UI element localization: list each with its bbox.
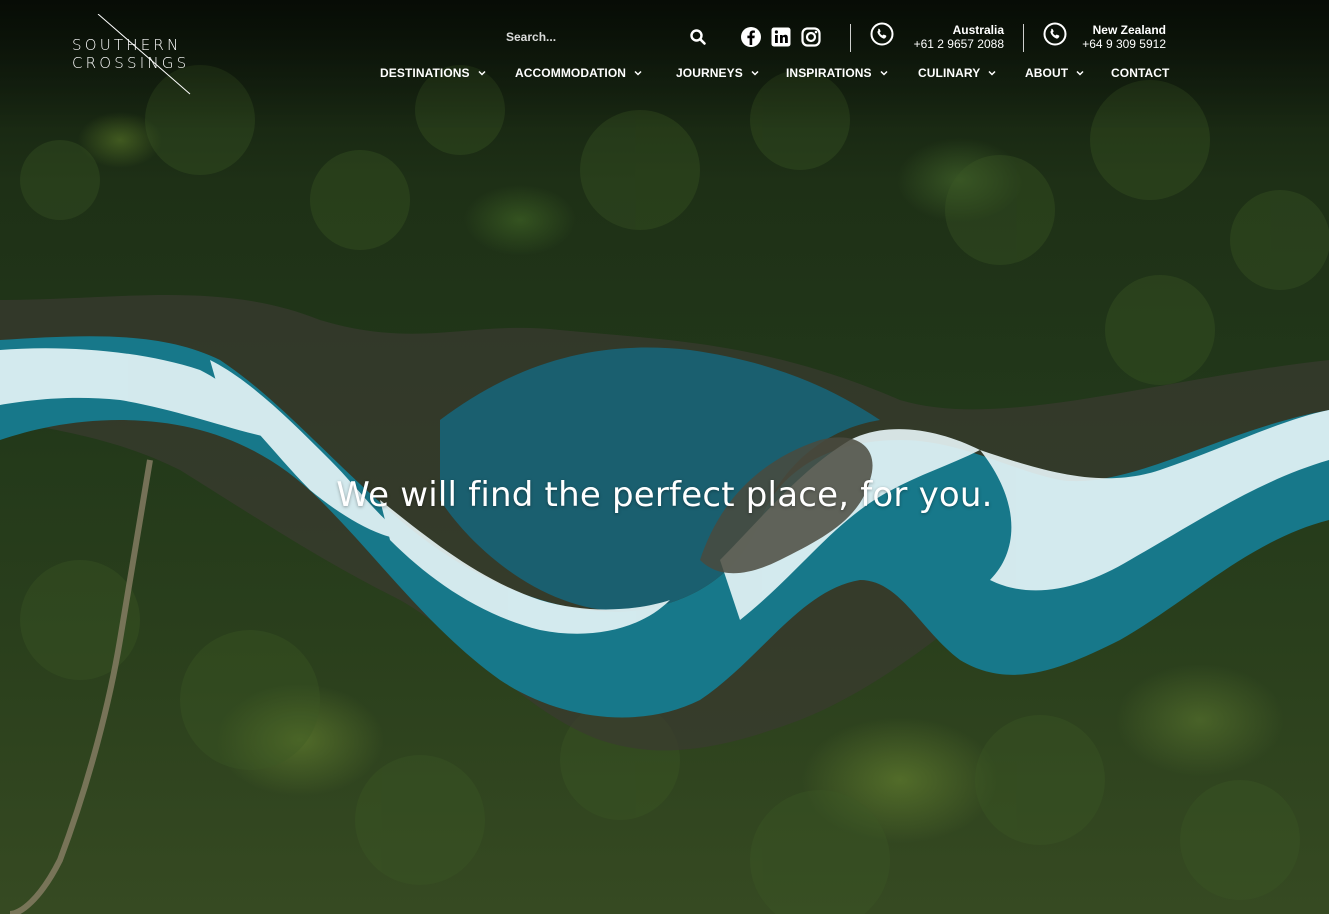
- site-search: [506, 27, 710, 49]
- contact-country: New Zealand: [1092, 23, 1166, 37]
- header-divider: [850, 24, 851, 52]
- chevron-down-icon: [634, 70, 642, 76]
- chevron-down-icon: [751, 70, 759, 76]
- linkedin-icon[interactable]: [770, 26, 792, 48]
- contact-phone: +64 9 309 5912: [1082, 37, 1166, 51]
- contact-australia[interactable]: Australia +61 2 9657 2088: [888, 23, 1004, 51]
- nav-label: CONTACT: [1111, 66, 1170, 80]
- nav-label: DESTINATIONS: [380, 66, 470, 80]
- nav-about[interactable]: ABOUT: [1025, 66, 1084, 80]
- search-input[interactable]: [506, 27, 676, 47]
- chevron-down-icon: [880, 70, 888, 76]
- nav-label: ACCOMMODATION: [515, 66, 627, 80]
- chevron-down-icon: [988, 70, 996, 76]
- instagram-icon[interactable]: [800, 26, 822, 48]
- nav-inspirations[interactable]: INSPIRATIONS: [786, 66, 888, 80]
- nav-label: CULINARY: [918, 66, 981, 80]
- nav-contact[interactable]: CONTACT: [1111, 66, 1169, 80]
- main-navigation: DESTINATIONS ACCOMMODATION JOURNEYS INSP…: [0, 66, 1329, 86]
- nav-culinary[interactable]: CULINARY: [918, 66, 996, 80]
- nav-journeys[interactable]: JOURNEYS: [676, 66, 759, 80]
- contact-phone: +61 2 9657 2088: [913, 37, 1004, 51]
- header-divider: [1023, 24, 1024, 52]
- nav-accommodation[interactable]: ACCOMMODATION: [515, 66, 642, 80]
- nav-label: JOURNEYS: [676, 66, 743, 80]
- chevron-down-icon: [1076, 70, 1084, 76]
- nav-label: ABOUT: [1025, 66, 1069, 80]
- nav-destinations[interactable]: DESTINATIONS: [380, 66, 486, 80]
- nav-label: INSPIRATIONS: [786, 66, 872, 80]
- hero-headline: We will find the perfect place, for you.: [336, 474, 993, 515]
- contact-new-zealand[interactable]: New Zealand +64 9 309 5912: [1060, 23, 1166, 51]
- search-icon[interactable]: [689, 28, 707, 46]
- facebook-icon[interactable]: [740, 26, 762, 48]
- river-illustration: [0, 65, 1329, 914]
- contact-country: Australia: [952, 23, 1004, 37]
- hero-background-image: [0, 0, 1329, 914]
- brand-name-line1: SOUTHERN: [72, 36, 182, 54]
- chevron-down-icon: [478, 70, 486, 76]
